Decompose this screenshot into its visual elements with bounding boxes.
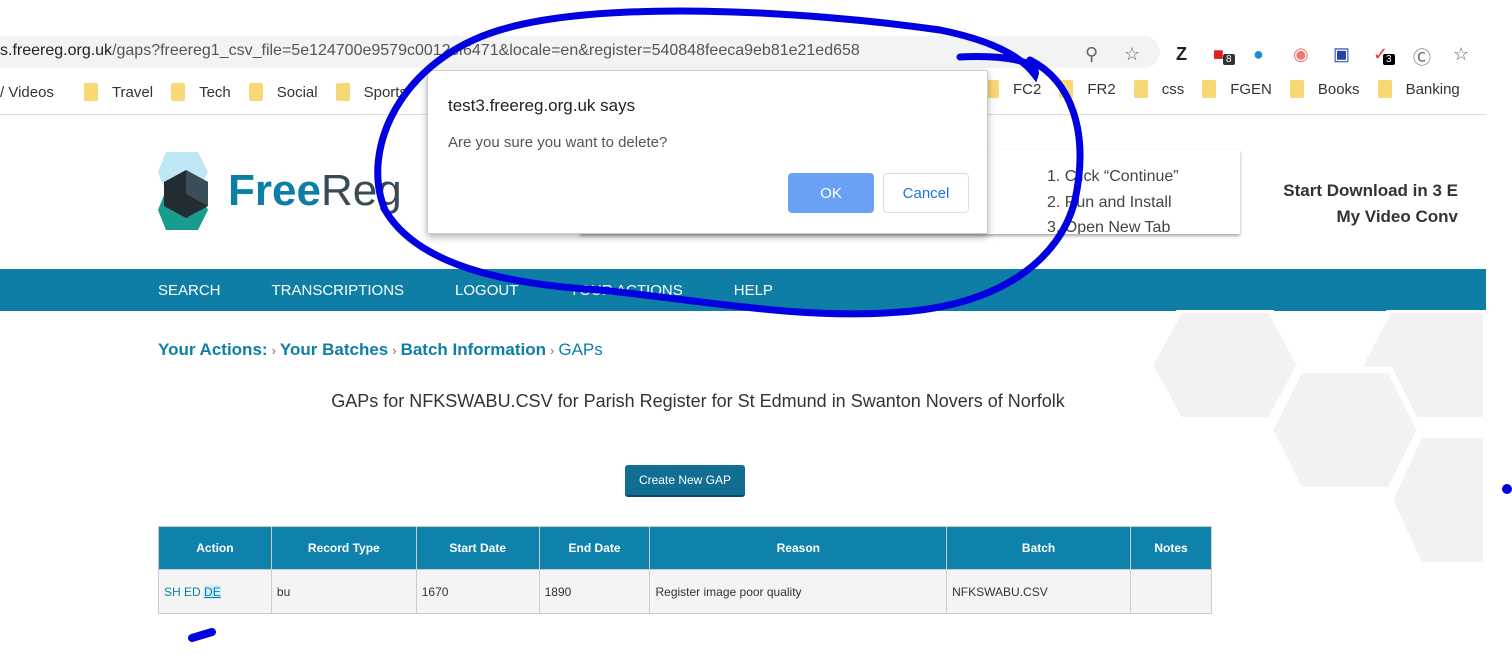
extension-mail-icon[interactable]: ■ 8 (1213, 44, 1235, 65)
nav-your-actions[interactable]: YOUR ACTIONS (569, 282, 682, 299)
ad-headline[interactable]: Start Download in 3 E My Video Conv (1268, 178, 1458, 230)
folder-icon (1377, 80, 1392, 98)
record-type-cell: bu (270, 569, 417, 614)
nav-help[interactable]: HELP (734, 282, 773, 299)
star-icon[interactable]: ☆ (1124, 44, 1140, 65)
url-text[interactable]: s.freereg.org.uk/gaps?freereg1_csv_file=… (0, 42, 940, 60)
folder-icon (335, 83, 350, 101)
delete-link[interactable]: DE (204, 584, 221, 599)
extension-icon[interactable]: ● (1253, 44, 1264, 65)
extension-z2-icon[interactable]: ▣ (1333, 44, 1350, 65)
extension-owl-icon[interactable]: ◉ (1293, 44, 1309, 65)
bookmark[interactable]: FC2 (985, 80, 1041, 98)
freereg-logo-icon[interactable] (158, 150, 218, 232)
folder-icon (83, 83, 98, 101)
bookmarks-bar-right: FC2 FR2 css FGEN Books Banking (985, 80, 1478, 98)
folder-icon (248, 83, 263, 101)
edit-link[interactable]: ED (184, 585, 201, 599)
extension-todo-icon[interactable]: ✓ 3 (1373, 44, 1395, 65)
notes-cell (1130, 569, 1212, 614)
bookmark[interactable]: Tech (171, 80, 231, 104)
star-outline-icon[interactable]: ☆ (1453, 44, 1469, 65)
breadcrumb-your-actions[interactable]: Your Actions: (158, 340, 268, 359)
bookmark[interactable]: FR2 (1059, 80, 1116, 98)
ok-button[interactable]: OK (788, 173, 874, 213)
show-link[interactable]: SH (164, 585, 181, 599)
column-header: End Date (538, 526, 651, 570)
bookmark[interactable]: Travel (83, 80, 153, 104)
site-logo-text[interactable]: FreeReg (228, 166, 402, 216)
search-icon[interactable]: ⚲ (1085, 44, 1098, 65)
reason-cell: Register image poor quality (649, 569, 948, 614)
page-title: GAPs for NFKSWABU.CSV for Parish Registe… (331, 391, 1065, 411)
bookmark[interactable]: Social (248, 80, 318, 104)
bookmark[interactable]: FGEN (1202, 80, 1272, 98)
breadcrumb-current: GAPs (558, 340, 603, 359)
folder-icon (1133, 80, 1148, 98)
column-header: Reason (649, 526, 948, 570)
nav-logout[interactable]: LOGOUT (455, 282, 518, 299)
column-header: Record Type (270, 526, 417, 570)
end-date-cell: 1890 (538, 569, 651, 614)
folder-icon (1059, 80, 1074, 98)
column-header: Action (158, 526, 272, 570)
folder-icon (171, 83, 186, 101)
batch-cell: NFKSWABU.CSV (946, 569, 1132, 614)
wordpress-icon[interactable]: Ⓒ (1413, 44, 1431, 70)
dialog-message: Are you sure you want to delete? (448, 134, 668, 151)
ad-step: 2. Run and Install (1047, 194, 1172, 211)
extension-z-icon[interactable]: Z (1176, 44, 1187, 65)
bookmark[interactable]: Books (1289, 80, 1360, 98)
breadcrumb-your-batches[interactable]: Your Batches (280, 340, 388, 359)
breadcrumb-batch-information[interactable]: Batch Information (401, 340, 546, 359)
column-header: Start Date (415, 526, 540, 570)
create-new-gap-button[interactable]: Create New GAP (625, 465, 745, 495)
confirm-dialog: test3.freereg.org.uk says Are you sure y… (427, 70, 988, 234)
breadcrumb: Your Actions: › Your Batches › Batch Informa… (158, 340, 603, 359)
folder-icon (1289, 80, 1304, 98)
main-nav: SEARCH TRANSCRIPTIONS LOGOUT YOUR ACTION… (0, 269, 1486, 311)
start-date-cell: 1670 (415, 569, 540, 614)
ad-step: 3. Open New Tab (1047, 219, 1171, 234)
bookmark[interactable]: Banking (1377, 80, 1460, 98)
bookmark[interactable]: css (1133, 80, 1184, 98)
bookmark[interactable]: Sports (335, 80, 407, 104)
table-row: SH ED DE bu 1670 1890 Register image poo… (158, 569, 1212, 614)
gaps-table: Action Record Type Start Date End Date R… (158, 526, 1212, 614)
action-cell: SH ED DE (158, 569, 272, 614)
nav-search[interactable]: SEARCH (158, 282, 221, 299)
dialog-title: test3.freereg.org.uk says (448, 96, 636, 115)
cancel-button[interactable]: Cancel (883, 173, 969, 213)
column-header: Batch (946, 526, 1132, 570)
table-header-row: Action Record Type Start Date End Date R… (158, 526, 1212, 570)
ad-step: 1. Click “Continue” (1047, 168, 1179, 185)
folder-icon (1202, 80, 1217, 98)
bookmarks-bar: / Videos Travel Tech Social Sports (0, 80, 425, 104)
nav-transcriptions[interactable]: TRANSCRIPTIONS (272, 282, 405, 299)
bookmark[interactable]: / Videos (0, 80, 54, 104)
badge: 8 (1223, 54, 1235, 65)
badge: 3 (1383, 54, 1395, 65)
column-header: Notes (1130, 526, 1212, 570)
